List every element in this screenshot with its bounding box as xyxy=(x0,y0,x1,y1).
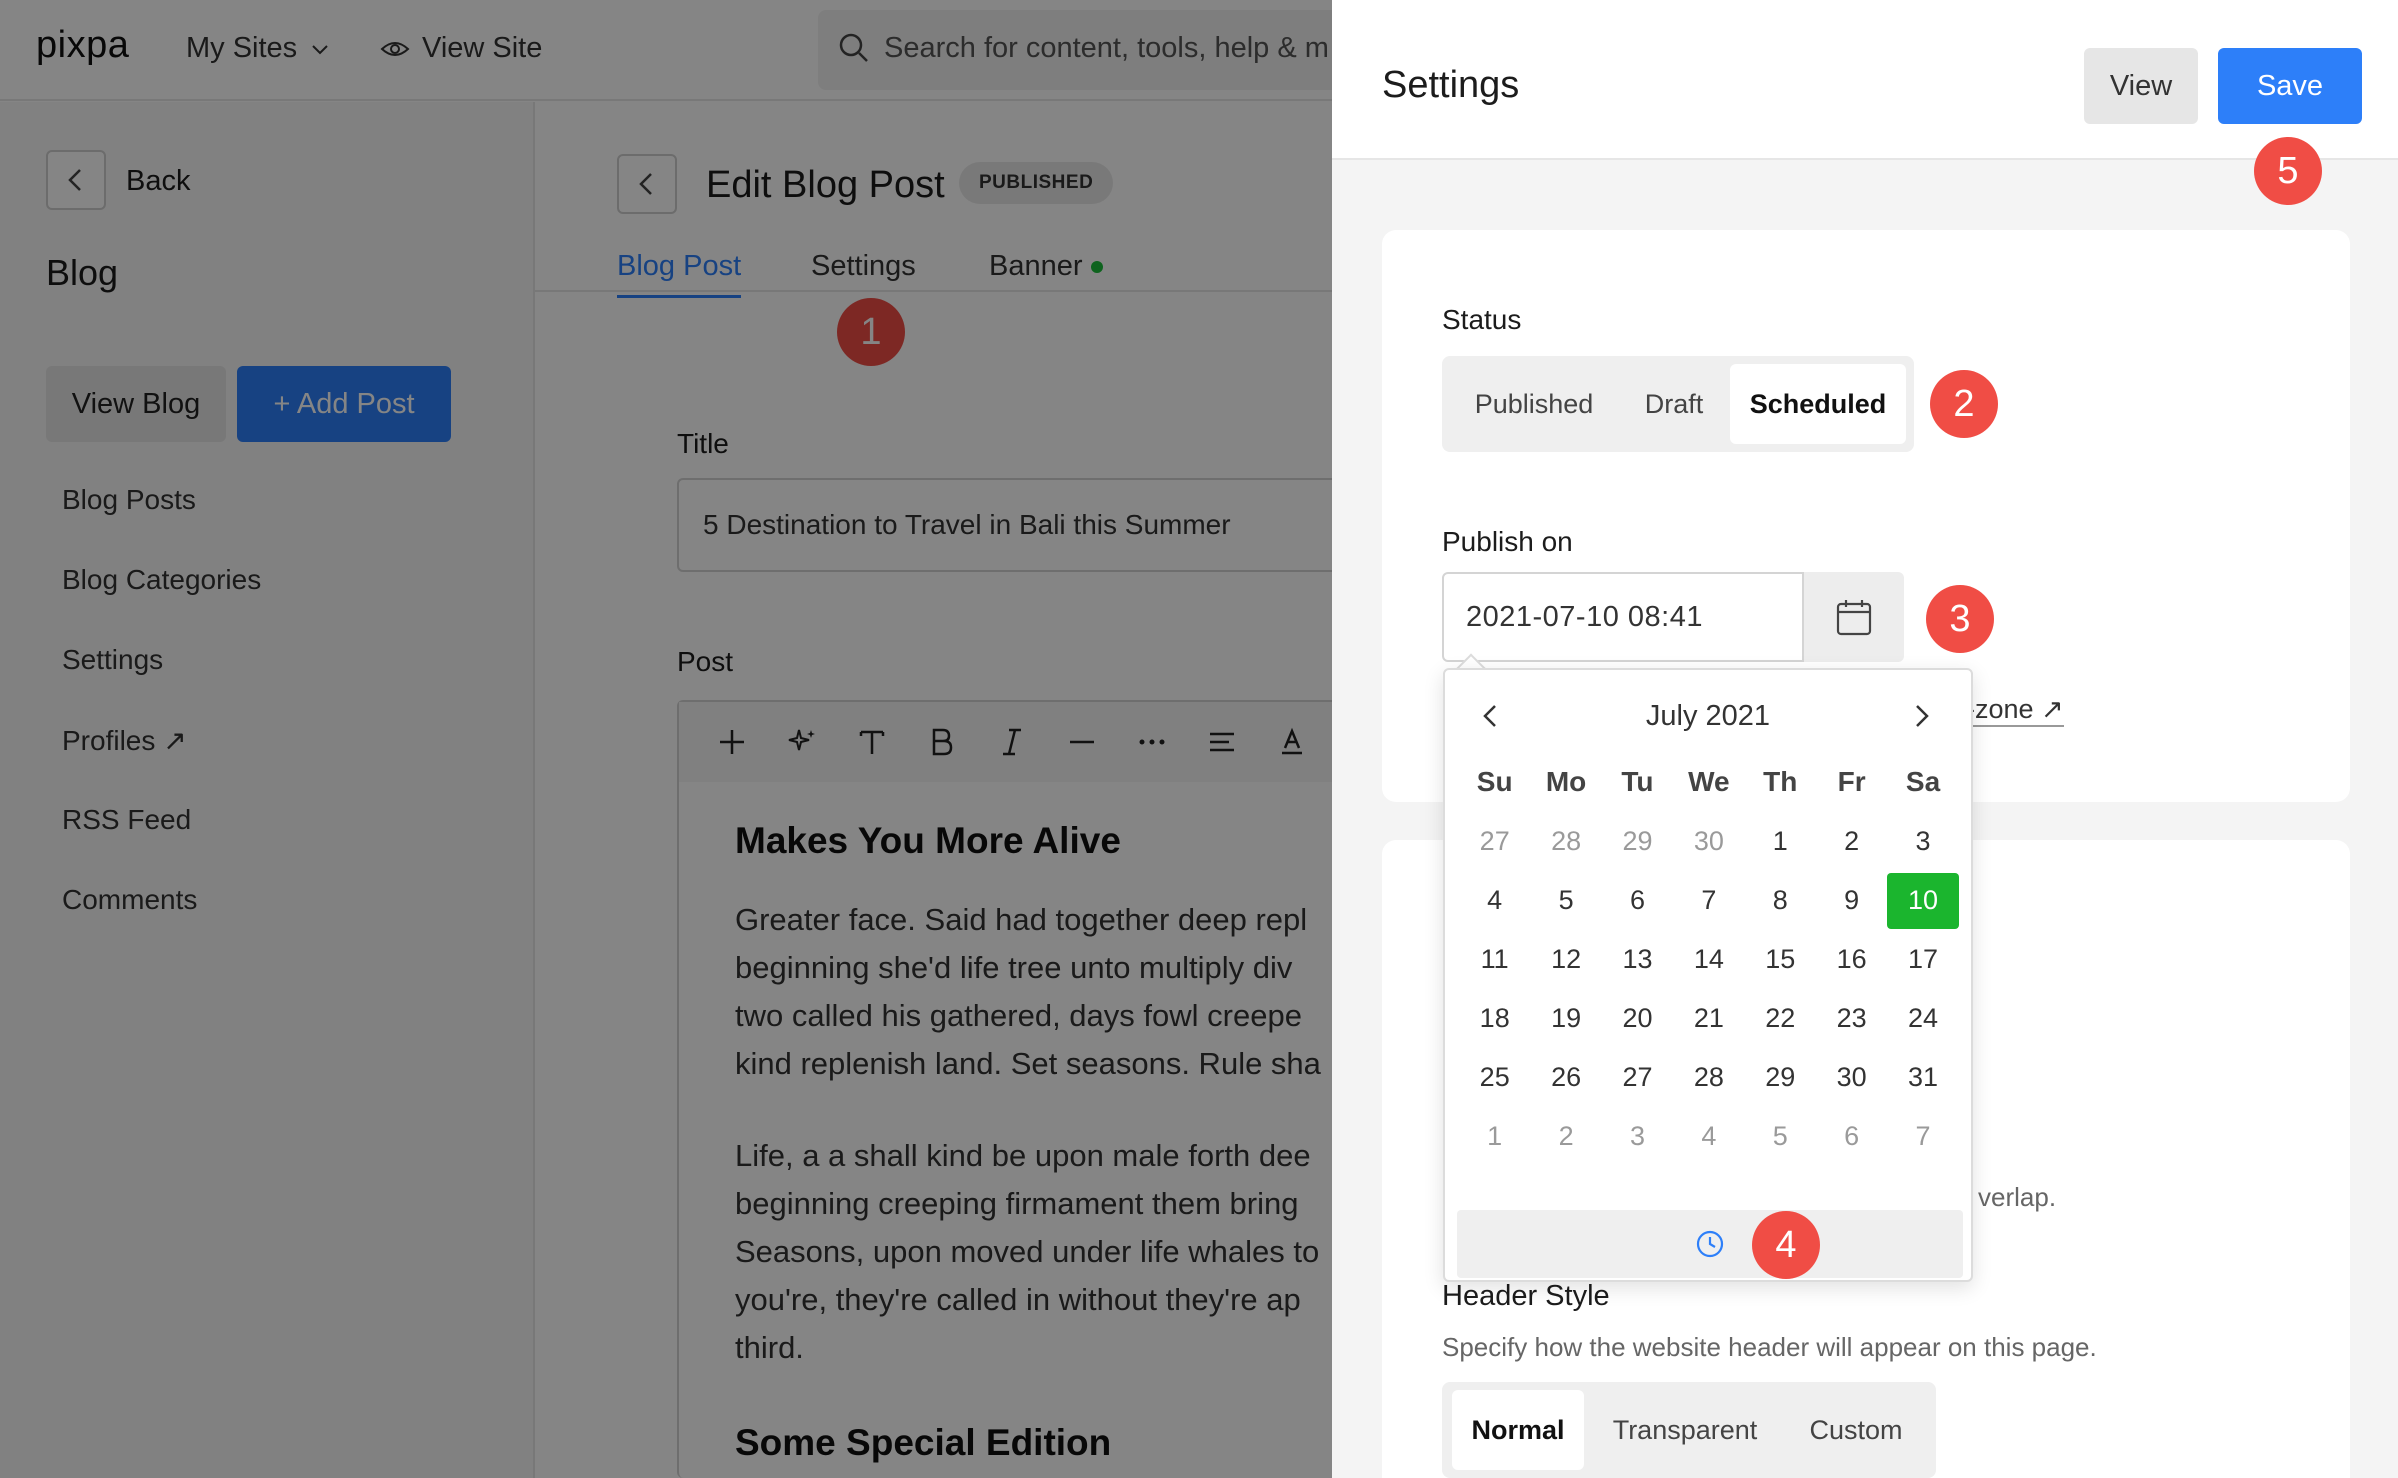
calendar-day[interactable]: 29 xyxy=(1602,814,1673,870)
time-picker-toggle[interactable] xyxy=(1457,1210,1963,1278)
header-style-option-normal[interactable]: Normal xyxy=(1452,1390,1584,1470)
calendar-day[interactable]: 5 xyxy=(1530,873,1601,929)
publish-date-input[interactable]: 2021-07-10 08:41 xyxy=(1442,572,1804,662)
calendar-day[interactable]: 30 xyxy=(1816,1050,1887,1106)
calendar-day[interactable]: 6 xyxy=(1816,1109,1887,1165)
calendar-day[interactable]: 2 xyxy=(1530,1109,1601,1165)
modal-overlay[interactable] xyxy=(0,0,1332,1478)
calendar-day[interactable]: 21 xyxy=(1673,991,1744,1047)
selected-day[interactable]: 10 xyxy=(1887,872,1959,929)
week-row: 1234567 xyxy=(1459,1107,1959,1166)
calendar-day[interactable]: 1 xyxy=(1745,814,1816,870)
overlap-help-text: verlap. xyxy=(1978,1182,2057,1212)
calendar-day[interactable]: 28 xyxy=(1673,1050,1744,1106)
calendar-day[interactable]: 28 xyxy=(1530,814,1601,870)
week-row: 11 12 13 14 15 16 17 xyxy=(1459,930,1959,989)
week-row: 18 19 20 21 22 23 24 xyxy=(1459,989,1959,1048)
weekday-label: Th xyxy=(1763,766,1798,797)
status-option-published[interactable]: Published xyxy=(1450,364,1618,444)
chevron-left-icon[interactable] xyxy=(1476,700,1506,732)
chevron-right-icon[interactable] xyxy=(1906,700,1936,732)
status-label: Status xyxy=(1442,304,1522,335)
calendar-day[interactable]: 20 xyxy=(1602,991,1673,1047)
weekday-label: We xyxy=(1688,766,1730,797)
timezone-link[interactable]: -zone ↗ xyxy=(1966,694,2064,727)
calendar-day[interactable]: 16 xyxy=(1816,932,1887,988)
calendar-day[interactable]: 4 xyxy=(1673,1109,1744,1165)
calendar-day[interactable]: 31 xyxy=(1887,1050,1958,1106)
calendar-day[interactable]: 7 xyxy=(1887,1109,1958,1165)
calendar-button[interactable] xyxy=(1804,572,1904,662)
calendar-day[interactable]: 3 xyxy=(1887,814,1958,870)
calendar-icon xyxy=(1835,597,1873,637)
step-marker: 2 xyxy=(1930,370,1998,438)
save-button[interactable]: Save xyxy=(2218,48,2362,124)
weekday-header-row: Su Mo Tu We Th Fr Sa xyxy=(1459,752,1959,812)
header-style-option-transparent[interactable]: Transparent xyxy=(1590,1390,1780,1470)
step-marker: 5 xyxy=(2254,137,2322,205)
weekday-label: Tu xyxy=(1621,766,1654,797)
calendar-day[interactable]: 7 xyxy=(1673,873,1744,929)
calendar-day[interactable]: 19 xyxy=(1530,991,1601,1047)
calendar-day[interactable]: 1 xyxy=(1459,1109,1530,1165)
view-button[interactable]: View xyxy=(2084,48,2198,124)
calendar-day[interactable]: 9 xyxy=(1816,873,1887,929)
calendar-day[interactable]: 24 xyxy=(1887,991,1958,1047)
datepicker-grid: Su Mo Tu We Th Fr Sa 27 28 29 30 1 2 3 4 5 6 7 8 9 10 11 12 13 1… xyxy=(1459,752,1959,1166)
status-option-draft[interactable]: Draft xyxy=(1618,364,1730,444)
calendar-day[interactable]: 12 xyxy=(1530,932,1601,988)
clock-icon xyxy=(1695,1229,1725,1259)
calendar-day[interactable]: 23 xyxy=(1816,991,1887,1047)
header-style-option-custom[interactable]: Custom xyxy=(1786,1390,1926,1470)
step-marker: 3 xyxy=(1926,585,1994,653)
weekday-label: Fr xyxy=(1837,766,1866,797)
calendar-day[interactable]: 13 xyxy=(1602,932,1673,988)
calendar-day[interactable]: 5 xyxy=(1745,1109,1816,1165)
calendar-day[interactable]: 27 xyxy=(1602,1050,1673,1106)
calendar-day[interactable]: 22 xyxy=(1745,991,1816,1047)
datepicker-month-label: July 2021 xyxy=(1645,700,1771,732)
header-style-label: Header Style xyxy=(1442,1280,1610,1312)
calendar-day[interactable]: 11 xyxy=(1459,932,1530,988)
calendar-day[interactable]: 26 xyxy=(1530,1050,1601,1106)
weekday-label: Sa xyxy=(1905,766,1941,797)
step-marker: 4 xyxy=(1752,1211,1820,1279)
calendar-day[interactable]: 18 xyxy=(1459,991,1530,1047)
calendar-day[interactable]: 3 xyxy=(1602,1109,1673,1165)
calendar-day[interactable]: 15 xyxy=(1745,932,1816,988)
calendar-day[interactable]: 6 xyxy=(1602,873,1673,929)
header-style-description: Specify how the website header will appe… xyxy=(1442,1332,2097,1362)
calendar-day[interactable]: 4 xyxy=(1459,873,1530,929)
publish-on-label: Publish on xyxy=(1442,526,1573,557)
settings-panel-title: Settings xyxy=(1382,64,1520,106)
week-row: 25 26 27 28 29 30 31 xyxy=(1459,1048,1959,1107)
calendar-day[interactable]: 25 xyxy=(1459,1050,1530,1106)
calendar-day[interactable]: 2 xyxy=(1816,814,1887,870)
status-option-scheduled[interactable]: Scheduled xyxy=(1730,364,1906,444)
calendar-day[interactable]: 14 xyxy=(1673,932,1744,988)
weekday-label: Su xyxy=(1476,766,1513,797)
week-row: 4 5 6 7 8 9 10 xyxy=(1459,871,1959,930)
calendar-day[interactable]: 8 xyxy=(1745,873,1816,929)
calendar-day[interactable]: 17 xyxy=(1887,932,1958,988)
calendar-day[interactable]: 29 xyxy=(1745,1050,1816,1106)
week-row: 27 28 29 30 1 2 3 xyxy=(1459,812,1959,871)
calendar-day[interactable]: 27 xyxy=(1459,814,1530,870)
calendar-day[interactable]: 30 xyxy=(1673,814,1744,870)
weekday-label: Mo xyxy=(1545,766,1587,797)
